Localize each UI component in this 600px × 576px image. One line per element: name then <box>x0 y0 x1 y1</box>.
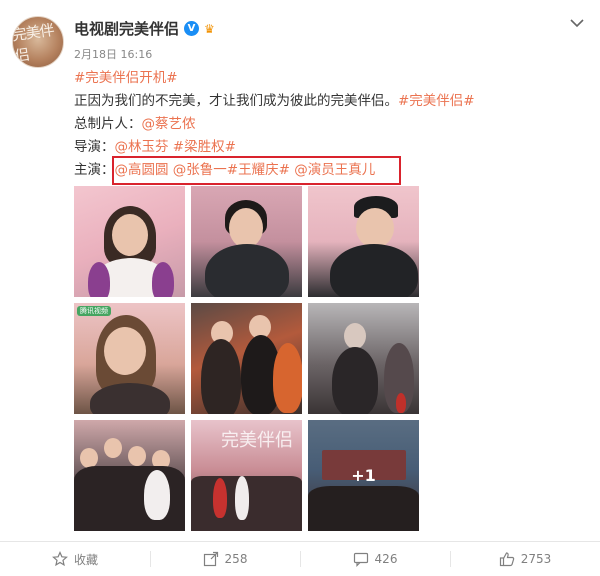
banner-title: 完美伴侣 <box>221 430 293 451</box>
comment-count: 426 <box>374 552 398 566</box>
avatar-text: 完美伴侣 <box>12 20 55 66</box>
photo-thumbnail[interactable] <box>308 186 419 297</box>
verified-badge-icon: V <box>184 21 200 36</box>
comment-icon <box>353 552 368 567</box>
producer-label: 总制片人： <box>74 116 142 132</box>
cast-highlight-box <box>112 156 401 185</box>
post-line-2: 正因为我们的不完美，才让我们成为彼此的完美伴侣。#完美伴侣# <box>74 91 475 112</box>
favorite-label: 收藏 <box>73 552 98 567</box>
photo-thumbnail[interactable] <box>308 303 419 414</box>
photo-grid: 腾讯视频 完美伴侣 +1 <box>74 186 421 531</box>
photo-thumbnail[interactable]: 腾讯视频 <box>74 303 185 414</box>
crown-icon: ♛ <box>204 21 215 36</box>
post-line-3: 总制片人：@蔡艺侬 <box>74 114 196 135</box>
photo-thumbnail[interactable] <box>74 420 185 531</box>
photo-thumbnail[interactable] <box>191 186 302 297</box>
mention-link[interactable]: @林玉芬 <box>115 139 169 155</box>
author-name[interactable]: 电视剧完美伴侣 <box>74 18 179 39</box>
watermark-badge: 腾讯视频 <box>77 306 111 316</box>
photo-thumbnail[interactable] <box>191 303 302 414</box>
cast-label: 主演： <box>74 162 115 178</box>
share-icon <box>203 551 218 567</box>
hashtag-link[interactable]: #完美伴侣开机# <box>74 70 178 86</box>
photo-thumbnail-more[interactable]: +1 <box>308 420 419 531</box>
hashtag-link[interactable]: #完美伴侣# <box>398 93 475 109</box>
favorite-button[interactable]: 收藏 <box>0 542 150 576</box>
photo-thumbnail[interactable]: 完美伴侣 <box>191 420 302 531</box>
share-count: 258 <box>224 552 248 566</box>
like-count: 2753 <box>520 552 552 566</box>
avatar[interactable]: 完美伴侣 <box>12 16 64 68</box>
like-button[interactable]: 2753 <box>450 542 600 576</box>
share-button[interactable]: 258 <box>150 542 300 576</box>
action-bar: 收藏 258 426 2753 <box>0 542 600 576</box>
author-name-row: 电视剧完美伴侣 V ♛ <box>74 18 220 39</box>
photo-thumbnail[interactable] <box>74 186 185 297</box>
hashtag-link[interactable]: #梁胜权# <box>173 139 236 155</box>
post-line-1: #完美伴侣开机# <box>74 68 178 89</box>
more-photos-count: +1 <box>308 420 419 531</box>
comment-button[interactable]: 426 <box>300 542 450 576</box>
post-timestamp[interactable]: 2月18日 16:16 <box>74 46 152 62</box>
chevron-down-icon[interactable] <box>570 18 584 28</box>
thumbs-up-icon <box>499 552 514 567</box>
director-label: 导演： <box>74 139 115 155</box>
star-icon <box>52 551 68 567</box>
mention-link[interactable]: @蔡艺侬 <box>142 116 196 132</box>
post-text: 正因为我们的不完美，才让我们成为彼此的完美伴侣。 <box>74 93 398 109</box>
post-line-4: 导演：@林玉芬 #梁胜权# <box>74 137 236 158</box>
